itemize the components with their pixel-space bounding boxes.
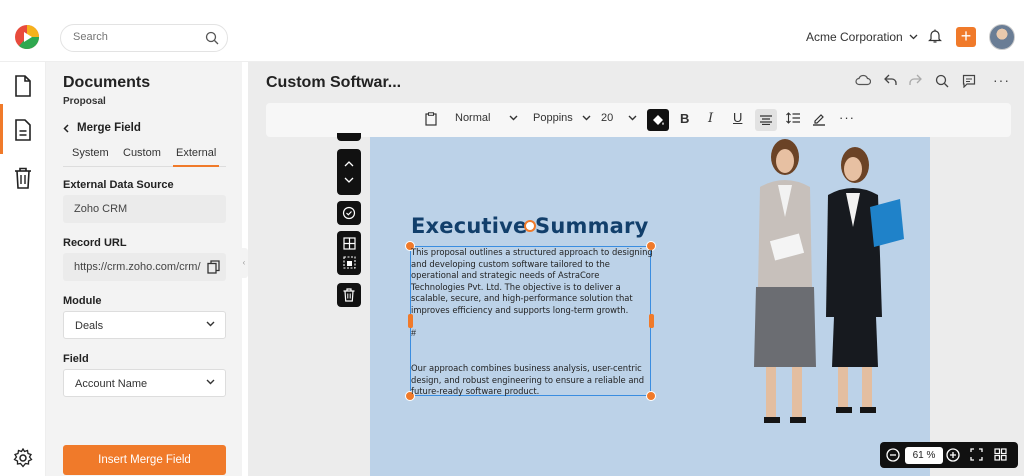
search-icon[interactable]	[935, 74, 949, 88]
field-value: Account Name	[75, 378, 148, 390]
delete-block-button[interactable]	[337, 283, 361, 307]
rail-documents[interactable]	[0, 110, 46, 150]
add-button[interactable]: +	[956, 27, 976, 47]
layout-buttons[interactable]	[337, 231, 361, 275]
chevron-down-icon	[206, 379, 215, 385]
rail-new-document[interactable]	[0, 66, 46, 106]
rotate-handle[interactable]	[524, 220, 536, 232]
zoom-out-icon[interactable]	[886, 448, 900, 462]
trash-icon	[14, 167, 32, 189]
undo-icon[interactable]	[884, 74, 898, 86]
grid-icon[interactable]	[342, 237, 356, 250]
chevron-down-icon	[628, 115, 637, 121]
comment-icon[interactable]	[962, 74, 976, 88]
italic-icon[interactable]: I	[708, 111, 713, 126]
chevron-down-icon	[582, 115, 591, 121]
grid-view-icon[interactable]	[994, 448, 1007, 461]
file-icon	[14, 75, 32, 97]
copy-icon[interactable]	[205, 260, 220, 274]
align-center-icon	[760, 115, 772, 125]
merge-field-placeholder[interactable]: #	[411, 328, 416, 338]
rail-active-indicator	[0, 104, 3, 154]
check-circle-icon	[342, 206, 356, 220]
insert-merge-field-button[interactable]: Insert Merge Field	[63, 445, 226, 475]
clipboard-icon[interactable]	[425, 112, 437, 126]
field-label: Field	[63, 353, 89, 365]
org-name: Acme Corporation	[806, 30, 903, 44]
panel-subtitle: Proposal	[63, 96, 106, 107]
paint-bucket-icon	[651, 113, 665, 127]
tab-external[interactable]: External	[173, 147, 220, 167]
gear-icon	[13, 448, 33, 468]
rail-trash[interactable]	[0, 158, 46, 198]
left-rail	[0, 62, 46, 476]
record-url-label: Record URL	[63, 237, 127, 249]
line-spacing-icon[interactable]	[786, 112, 800, 124]
tab-system[interactable]: System	[72, 147, 109, 167]
summary-paragraph-2[interactable]: Our approach combines business analysis,…	[411, 363, 653, 398]
font-size-value: 20	[601, 112, 614, 124]
document-icon	[14, 119, 32, 141]
external-source-label: External Data Source	[63, 179, 174, 191]
search-box[interactable]	[60, 24, 228, 52]
module-select[interactable]: Deals	[63, 311, 226, 339]
fit-screen-icon[interactable]	[970, 448, 983, 461]
redo-icon[interactable]	[908, 74, 922, 86]
chevron-down-icon	[909, 34, 918, 40]
module-value: Deals	[75, 320, 104, 332]
notification-bell-icon[interactable]	[928, 28, 942, 44]
font-family-select[interactable]: Poppins	[533, 112, 591, 124]
font-family-value: Poppins	[533, 112, 573, 124]
check-circle-button[interactable]	[337, 201, 361, 225]
resize-handle-right[interactable]	[649, 314, 654, 328]
summary-paragraph-1[interactable]: This proposal outlines a structured appr…	[411, 247, 653, 316]
fill-color-button[interactable]	[647, 109, 669, 131]
chevron-down-icon[interactable]	[344, 177, 354, 183]
zoom-level[interactable]: 61 %	[905, 447, 943, 464]
org-switcher[interactable]: Acme Corporation	[806, 30, 918, 44]
back-label: Merge Field	[77, 122, 141, 134]
rail-settings[interactable]	[0, 438, 46, 476]
bold-icon[interactable]: B	[680, 111, 689, 126]
font-size-select[interactable]: 20	[601, 112, 637, 124]
chevron-down-icon	[509, 115, 518, 121]
module-label: Module	[63, 295, 102, 307]
tab-custom[interactable]: Custom	[123, 147, 161, 167]
highlight-pen-icon[interactable]	[812, 112, 826, 126]
more-options-icon[interactable]: ···	[993, 72, 1010, 88]
external-source-field: Zoho CRM	[63, 195, 226, 223]
zoom-in-icon[interactable]	[946, 448, 960, 462]
record-url-field[interactable]: https://crm.zoho.com/crm/	[63, 253, 226, 281]
paragraph-style-value: Normal	[455, 112, 491, 124]
move-block-buttons[interactable]	[337, 149, 361, 195]
back-to-merge-field[interactable]: Merge Field	[63, 122, 141, 134]
search-icon[interactable]	[205, 31, 219, 45]
business-women-image	[754, 139, 904, 423]
panel-title: Documents	[63, 74, 151, 91]
field-select[interactable]: Account Name	[63, 369, 226, 397]
block-tool-top[interactable]	[337, 133, 361, 141]
chevron-left-icon	[63, 123, 69, 133]
chevron-up-icon[interactable]	[344, 161, 354, 167]
trash-icon	[343, 288, 355, 302]
formatting-toolbar	[266, 103, 1011, 137]
record-url-value: https://crm.zoho.com/crm/	[74, 261, 201, 273]
chevron-down-icon	[206, 321, 215, 327]
merge-field-tabs: System Custom External	[63, 147, 226, 167]
paragraph-style-select[interactable]: Normal	[455, 112, 518, 124]
document-title[interactable]: Custom Softwar...	[266, 74, 401, 92]
collapse-panel-handle[interactable]: ‹	[240, 248, 248, 278]
app-logo-icon[interactable]	[14, 24, 40, 50]
align-center-button[interactable]	[755, 109, 777, 131]
resize-handle-left[interactable]	[408, 314, 413, 328]
underline-icon[interactable]: U	[733, 110, 742, 125]
user-avatar[interactable]	[989, 24, 1015, 50]
cloud-sync-icon[interactable]	[855, 74, 871, 86]
search-input[interactable]	[73, 31, 193, 43]
select-block-icon[interactable]	[342, 256, 356, 269]
more-tools-icon[interactable]: ···	[839, 110, 855, 125]
